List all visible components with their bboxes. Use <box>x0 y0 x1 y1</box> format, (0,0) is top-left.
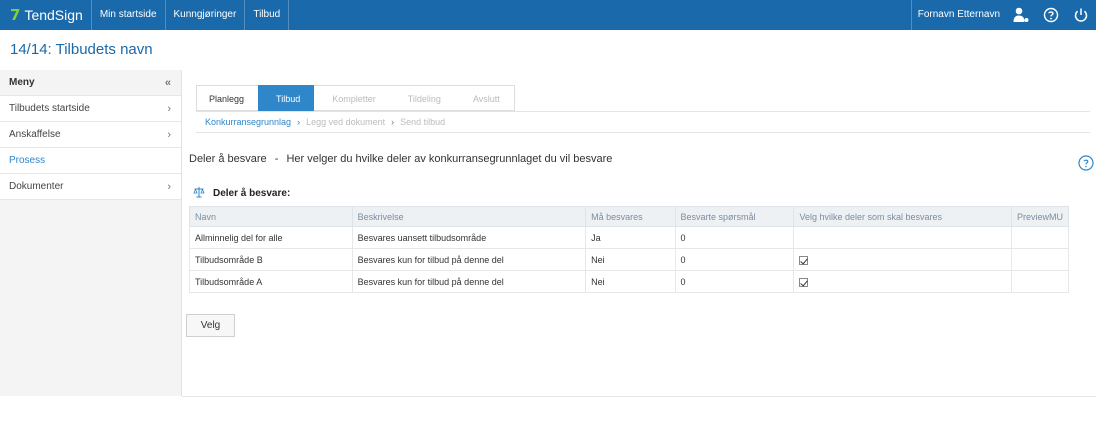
column-header-beskrivelse[interactable]: Beskrivelse <box>351 206 587 227</box>
sidebar-menu: Meny « Tilbudets startside › Anskaffelse… <box>0 70 182 396</box>
step-kompletter: Kompletter <box>314 85 390 111</box>
table-row: Tilbudsområde A Besvares kun for tilbud … <box>189 270 1070 293</box>
step-tildeling: Tildeling <box>389 85 455 111</box>
step-tilbud[interactable]: Tilbud <box>258 85 315 111</box>
sidebar-item-dokumenter[interactable]: Dokumenter › <box>0 174 181 200</box>
table-row: Allminnelig del for alle Besvares uanset… <box>189 226 1070 249</box>
sidebar-item-label: Tilbudets startside <box>9 103 90 114</box>
cell-beskrivelse: Besvares uansett tilbudsområde <box>351 226 587 249</box>
section-description: Her velger du hvilke deler av konkurrans… <box>286 153 613 165</box>
select-part-checkbox[interactable] <box>799 277 809 287</box>
sidebar-item-label: Prosess <box>9 155 46 166</box>
sidebar-header: Meny « <box>0 70 181 96</box>
column-header-ma-besvares[interactable]: Må besvares <box>585 206 676 227</box>
cell-ma-besvares: Nei <box>585 248 676 271</box>
step-planlegg[interactable]: Planlegg <box>196 85 259 111</box>
brand-name: TendSign <box>24 7 83 23</box>
sidebar-item-label: Dokumenter <box>9 181 64 192</box>
cell-ma-besvares: Nei <box>585 270 676 293</box>
cell-velg <box>793 248 1012 271</box>
cell-besvarte: 0 <box>674 270 795 293</box>
cell-preview <box>1010 248 1070 271</box>
power-icon[interactable] <box>1066 0 1096 30</box>
column-header-besvarte-sporsmal[interactable]: Besvarte spørsmål <box>674 206 795 227</box>
cell-beskrivelse: Besvares kun for tilbud på denne del <box>351 270 587 293</box>
cell-velg <box>793 226 1012 249</box>
nav-kunngjoringer[interactable]: Kunngjøringer <box>164 0 245 30</box>
breadcrumb-send-tilbud: Send tilbud <box>400 117 446 127</box>
sidebar-item-label: Anskaffelse <box>9 129 61 140</box>
chevron-right-icon: › <box>167 128 171 141</box>
breadcrumb: Konkurransegrunnlag › Legg ved dokument … <box>196 111 1090 133</box>
column-header-preview[interactable]: PreviewMU <box>1010 206 1070 227</box>
cell-besvarte: 0 <box>674 226 795 249</box>
sidebar-item-prosess[interactable]: Prosess <box>0 148 181 174</box>
column-header-navn[interactable]: Navn <box>189 206 353 227</box>
sidebar-item-tilbudets-startside[interactable]: Tilbudets startside › <box>0 96 181 122</box>
chevron-right-icon: › <box>167 102 171 115</box>
column-header-velg[interactable]: Velg hvilke deler som skal besvares <box>793 206 1012 227</box>
breadcrumb-legg-ved-dokument: Legg ved dokument <box>306 117 386 127</box>
cell-navn: Tilbudsområde A <box>189 270 353 293</box>
brand-logo[interactable]: 7 TendSign <box>0 0 91 30</box>
top-navigation-bar: 7 TendSign Min startside Kunngjøringer T… <box>0 0 1096 30</box>
step-wizard: Planlegg Tilbud Kompletter Tildeling Avs… <box>196 85 515 111</box>
deler-table: Navn Beskrivelse Må besvares Besvarte sp… <box>189 206 1070 293</box>
section-title-label: Deler å besvare <box>189 153 267 165</box>
double-chevron-left-icon[interactable]: « <box>165 77 171 89</box>
table-title-label: Deler å besvare: <box>213 188 291 199</box>
cell-navn: Tilbudsområde B <box>189 248 353 271</box>
velg-button[interactable]: Velg <box>186 314 235 337</box>
section-title: Deler å besvare - Her velger du hvilke d… <box>189 153 612 165</box>
brand-mark-icon: 7 <box>10 6 21 24</box>
breadcrumb-konkurransegrunnlag[interactable]: Konkurransegrunnlag <box>205 117 291 127</box>
section-title-separator: - <box>274 153 279 165</box>
step-avslutt: Avslutt <box>454 85 515 111</box>
cell-beskrivelse: Besvares kun for tilbud på denne del <box>351 248 587 271</box>
cell-ma-besvares: Ja <box>585 226 676 249</box>
cell-navn: Allminnelig del for alle <box>189 226 353 249</box>
sidebar-item-anskaffelse[interactable]: Anskaffelse › <box>0 122 181 148</box>
scale-icon <box>193 186 205 201</box>
table-header-row: Navn Beskrivelse Må besvares Besvarte sp… <box>189 206 1070 227</box>
sidebar-header-label: Meny <box>9 77 35 88</box>
nav-tilbud[interactable]: Tilbud <box>244 0 290 30</box>
help-icon[interactable] <box>1078 155 1094 174</box>
content-bottom-border <box>182 396 1096 397</box>
cell-besvarte: 0 <box>674 248 795 271</box>
chevron-right-icon: › <box>297 117 301 127</box>
user-profile-icon[interactable] <box>1006 0 1036 30</box>
cell-preview <box>1010 226 1070 249</box>
nav-min-startside[interactable]: Min startside <box>90 0 165 30</box>
user-name[interactable]: Fornavn Etternavn <box>910 0 1006 30</box>
table-row: Tilbudsområde B Besvares kun for tilbud … <box>189 248 1070 271</box>
chevron-right-icon: › <box>167 180 171 193</box>
page-title: 14/14: Tilbudets navn <box>10 41 153 58</box>
select-part-checkbox[interactable] <box>799 255 809 265</box>
help-icon[interactable] <box>1036 0 1066 30</box>
cell-preview <box>1010 270 1070 293</box>
cell-velg <box>793 270 1012 293</box>
table-title: Deler å besvare: <box>193 186 290 201</box>
chevron-right-icon: › <box>391 117 395 127</box>
